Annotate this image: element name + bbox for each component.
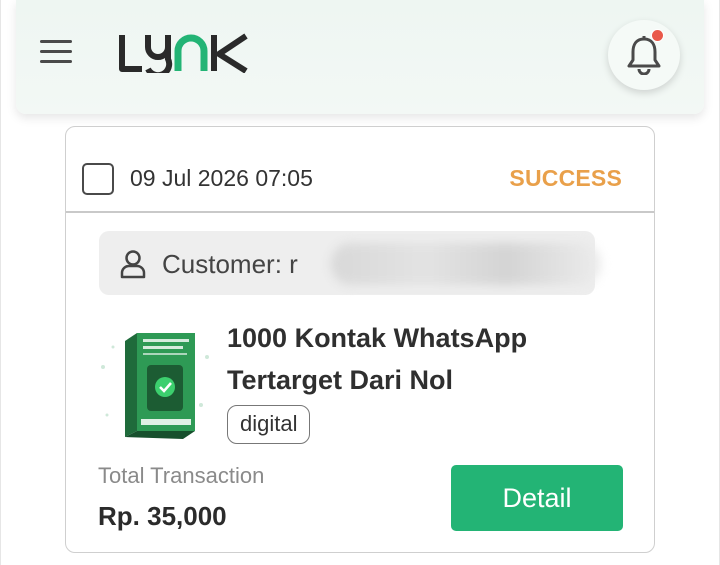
- total-value: Rp. 35,000: [98, 501, 227, 531]
- notification-dot: [651, 29, 664, 42]
- product-title: 1000 Kontak WhatsApp Tertarget Dari Nol: [227, 323, 528, 395]
- customer-label: Customer: r: [162, 249, 298, 279]
- order-select-checkbox[interactable]: [82, 163, 114, 195]
- order-card-header: 09 Jul 2026 07:05 SUCCESS: [66, 127, 654, 213]
- product-type-tag: digital: [227, 405, 311, 444]
- order-card: 09 Jul 2026 07:05 SUCCESS Customer: r 10…: [65, 126, 655, 553]
- total-label: Total Transaction: [98, 463, 265, 488]
- status-badge: SUCCESS: [509, 165, 622, 191]
- lynk-logo: [119, 33, 248, 73]
- hamburger-menu-icon[interactable]: [40, 40, 72, 66]
- app-header: [16, 0, 704, 114]
- customer-email-redacted: [331, 243, 601, 285]
- notification-button[interactable]: [608, 20, 680, 90]
- order-date: 09 Jul 2026 07:05: [130, 165, 313, 191]
- detail-button[interactable]: Detail: [451, 465, 623, 531]
- customer-box: Customer: r: [99, 231, 601, 295]
- person-icon: [120, 250, 146, 279]
- product-thumbnail: [97, 327, 213, 443]
